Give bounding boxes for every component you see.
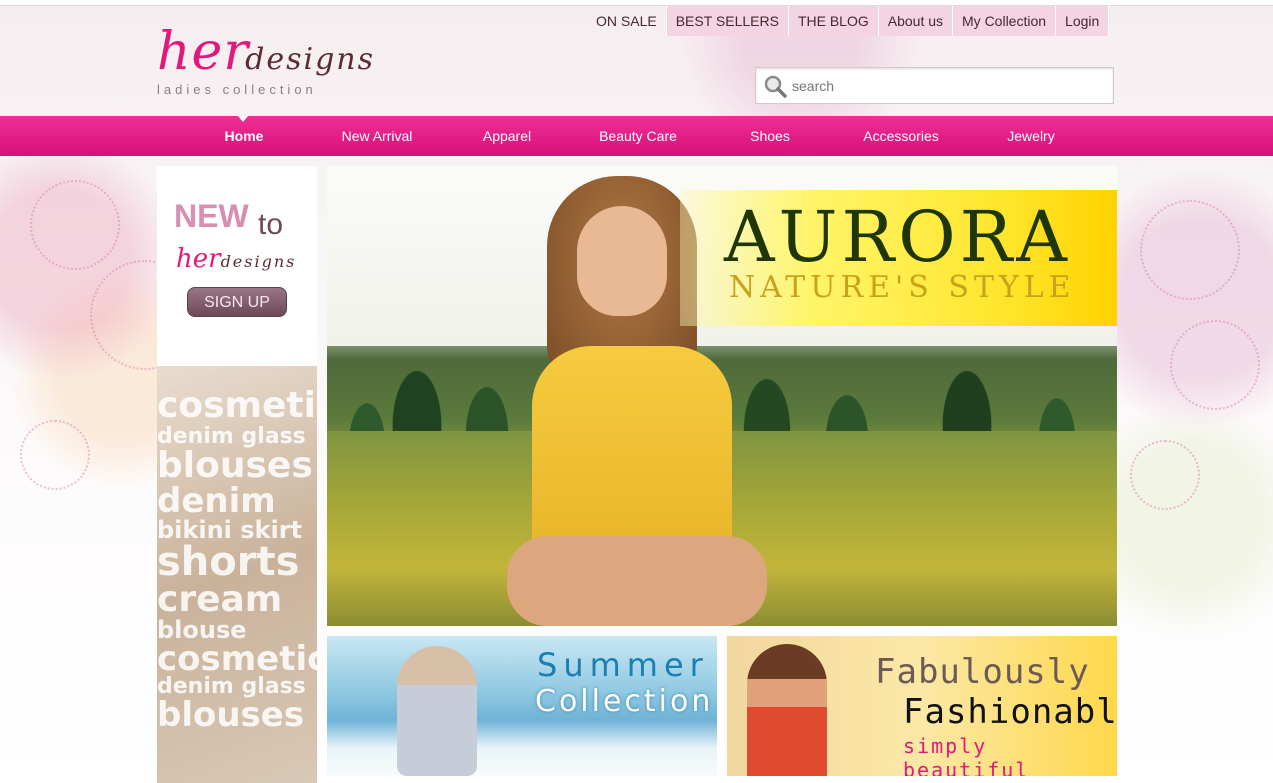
word-cloud-item: cream [157, 579, 283, 620]
nav-beauty-care[interactable]: Beauty Care [590, 116, 686, 156]
summer-model-image [397, 646, 477, 776]
word-cloud-item: cosmetic [157, 639, 317, 679]
hero-title: AURORA [724, 196, 1071, 278]
top-links: ON SALE BEST SELLERS THE BLOG About us M… [587, 6, 1110, 36]
summer-collection-tile[interactable]: Summer Collection [327, 636, 717, 776]
decor-flower [1140, 200, 1240, 300]
decor-flower [1130, 440, 1200, 510]
signup-sidebar: NEW to herdesigns SIGN UP cosmetic denim… [157, 166, 317, 783]
word-cloud-image: cosmetic denim glass blouses denim bikin… [157, 366, 317, 783]
summer-title: Summer [537, 646, 709, 684]
hero-subtitle: NATURE'S STYLE [729, 270, 1076, 305]
decor-flower [30, 180, 120, 270]
nav-apparel[interactable]: Apparel [470, 116, 544, 156]
active-nav-indicator [238, 116, 248, 122]
summer-subtitle: Collection [535, 684, 714, 719]
logo-tagline: ladies collection [157, 82, 317, 97]
logo-designs-text: designs [245, 42, 375, 77]
nav-new-arrival[interactable]: New Arrival [330, 116, 424, 156]
link-the-blog[interactable]: THE BLOG [788, 6, 879, 36]
promo-new-text: NEW [174, 198, 249, 234]
sign-up-button[interactable]: SIGN UP [187, 287, 287, 317]
word-cloud-item: shorts [157, 539, 300, 585]
main-nav: Home New Arrival Apparel Beauty Care Sho… [0, 116, 1273, 156]
promo-to-text: to [258, 208, 284, 241]
word-cloud-item: blouses [157, 695, 305, 735]
fashion-title-line1: Fabulously [875, 652, 1090, 692]
promo-brand-her: her [176, 244, 221, 274]
model-face [577, 206, 667, 316]
word-cloud-item: cosmetic [157, 385, 317, 426]
logo-her-text: her [157, 22, 250, 82]
nav-home[interactable]: Home [208, 116, 280, 156]
fabulously-fashionable-tile[interactable]: Fabulously Fashionable simply beautiful [727, 636, 1117, 776]
site-logo[interactable]: herdesigns ladies collection [157, 22, 375, 97]
hero-banner[interactable]: AURORA NATURE'S STYLE [327, 166, 1117, 626]
link-best-sellers[interactable]: BEST SELLERS [666, 6, 789, 36]
search-icon[interactable] [763, 74, 787, 98]
nav-jewelry[interactable]: Jewelry [998, 116, 1064, 156]
link-my-collection[interactable]: My Collection [953, 6, 1057, 36]
decor-flower [20, 420, 90, 490]
word-cloud-item: blouses [157, 445, 313, 486]
link-login[interactable]: Login [1056, 6, 1110, 36]
decor-flower [1170, 320, 1260, 410]
search-box [755, 67, 1114, 104]
nav-shoes[interactable]: Shoes [740, 116, 800, 156]
fashion-tagline: simply beautiful [903, 734, 1030, 776]
search-input[interactable] [792, 74, 1102, 98]
link-about-us[interactable]: About us [878, 6, 954, 36]
nav-accessories[interactable]: Accessories [852, 116, 950, 156]
word-cloud-item: denim [157, 481, 276, 521]
new-member-promo: NEW to herdesigns SIGN UP [157, 166, 317, 356]
model-legs [507, 536, 767, 626]
promo-brand-logo: herdesigns [176, 244, 296, 274]
fashion-title-line2: Fashionable [903, 692, 1117, 732]
fashion-model-image [747, 644, 827, 776]
promo-brand-designs: designs [220, 252, 297, 271]
link-on-sale[interactable]: ON SALE [587, 6, 667, 36]
